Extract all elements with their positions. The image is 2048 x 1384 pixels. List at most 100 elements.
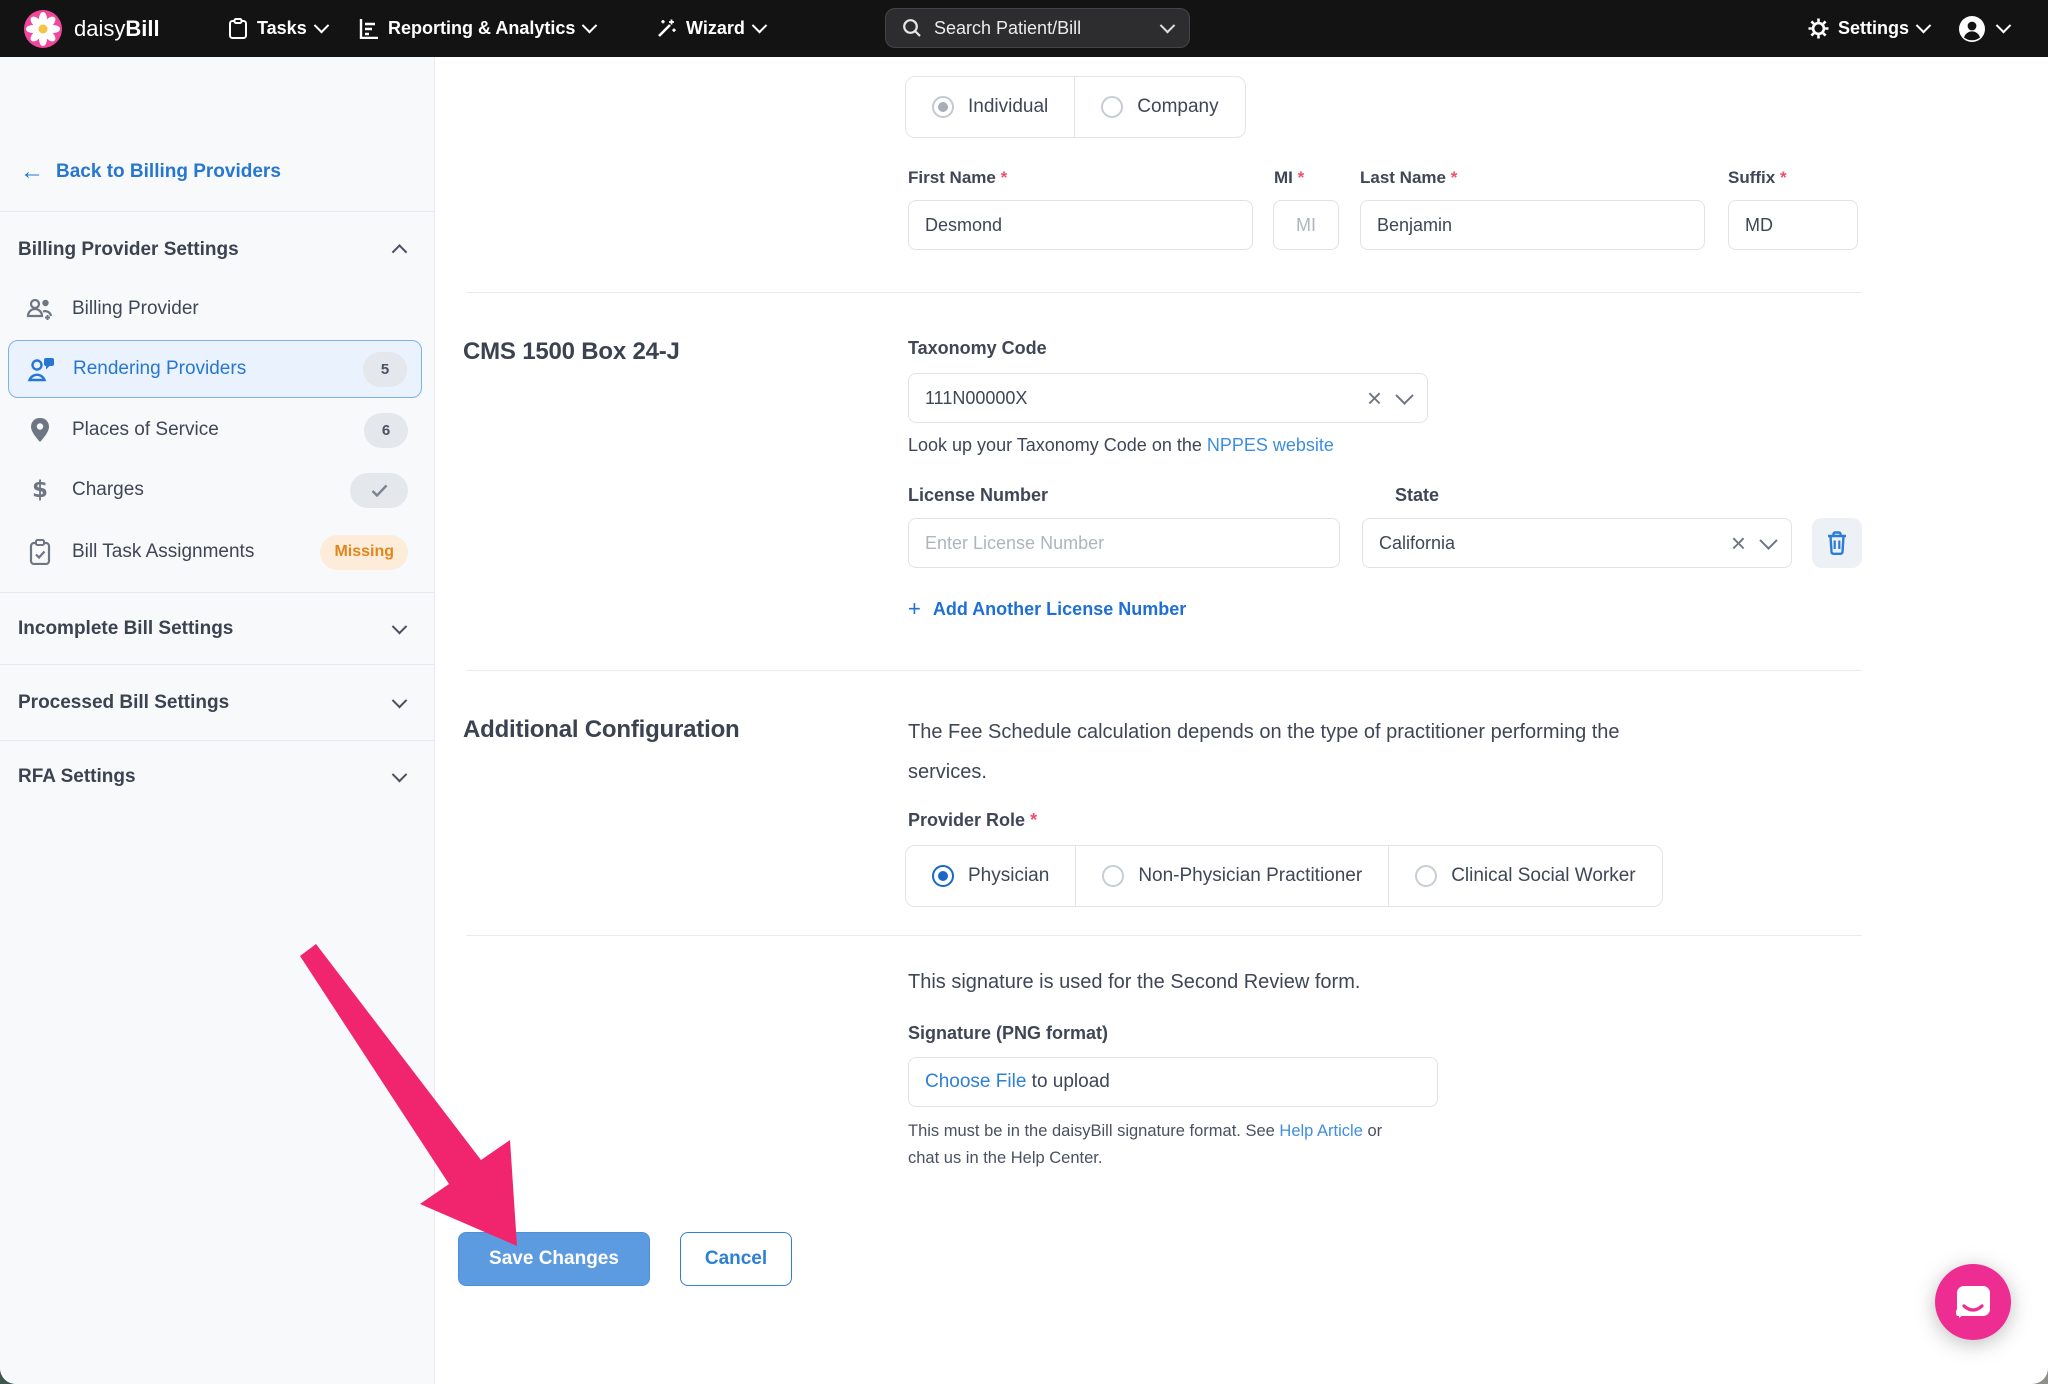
nav-wizard-label: Wizard [686, 18, 745, 39]
sidebar-item-bill-task-assignments[interactable]: Bill Task Assignments Missing [8, 523, 422, 581]
add-another-license-link[interactable]: + Add Another License Number [908, 596, 1186, 622]
radio-unselected-icon[interactable] [1101, 96, 1123, 118]
chevron-down-icon [582, 18, 598, 34]
provider-role-non-physician[interactable]: Non-Physician Practitioner [1075, 846, 1388, 906]
non-physician-label: Non-Physician Practitioner [1138, 865, 1362, 887]
section-incomplete-bill-settings[interactable]: Incomplete Bill Settings [0, 606, 435, 652]
additional-configuration-heading: Additional Configuration [463, 716, 740, 744]
provider-role-clinical-social-worker[interactable]: Clinical Social Worker [1388, 846, 1661, 906]
cancel-button[interactable]: Cancel [680, 1232, 792, 1286]
clinical-social-worker-label: Clinical Social Worker [1451, 865, 1635, 887]
back-arrow-icon: ← [20, 160, 44, 184]
nav-tasks-label: Tasks [257, 18, 307, 39]
search-placeholder: Search Patient/Bill [934, 18, 1081, 39]
divider [466, 670, 1862, 671]
entity-type-company[interactable]: Company [1074, 77, 1244, 137]
back-to-billing-providers-link[interactable]: ← Back to Billing Providers [20, 160, 281, 184]
divider [466, 292, 1862, 293]
help-article-link[interactable]: Help Article [1279, 1122, 1362, 1140]
clipboard-icon [228, 18, 248, 40]
gear-icon [1808, 18, 1829, 39]
choose-file-link[interactable]: Choose File [925, 1071, 1026, 1093]
suffix-value: MD [1745, 215, 1773, 236]
clear-x-icon[interactable]: × [1367, 385, 1382, 411]
nav-reporting-label: Reporting & Analytics [388, 18, 575, 39]
state-select[interactable]: California × [1362, 518, 1792, 568]
missing-badge: Missing [320, 535, 408, 570]
mi-input[interactable]: MI [1273, 200, 1339, 250]
sidebar-item-rendering-providers[interactable]: Rendering Providers 5 [8, 340, 422, 398]
daisybill-app-window: daisyBill Tasks Reporting & Analytics [0, 0, 2048, 1384]
help-chat-button[interactable] [1935, 1264, 2011, 1340]
cms-1500-heading: CMS 1500 Box 24-J [463, 338, 680, 366]
nav-settings[interactable]: Settings [1808, 0, 1929, 57]
signature-png-label: Signature (PNG format) [908, 1023, 1108, 1044]
last-name-input[interactable]: Benjamin [1360, 200, 1705, 250]
required-asterisk: * [1298, 168, 1305, 187]
suffix-label: Suffix * [1728, 168, 1787, 188]
sidebar-item-label: Places of Service [72, 419, 219, 441]
count-badge: 5 [363, 352, 407, 387]
chevron-down-icon[interactable] [1395, 386, 1413, 404]
chevron-down-icon [313, 18, 329, 34]
search-patient-bill[interactable]: Search Patient/Bill [885, 8, 1190, 48]
sidebar-item-charges[interactable]: $ Charges [8, 461, 422, 519]
taxonomy-code-select[interactable]: 111N00000X × [908, 373, 1428, 423]
radio-selected-icon[interactable] [932, 96, 954, 118]
brand-daisy: daisy [74, 16, 125, 41]
provider-role-physician[interactable]: Physician [906, 846, 1075, 906]
brand-logo[interactable]: daisyBill [24, 0, 160, 57]
section-billing-provider-settings[interactable]: Billing Provider Settings [0, 227, 435, 273]
sidebar-item-label: Billing Provider [72, 298, 199, 320]
chevron-down-icon[interactable] [1759, 531, 1777, 549]
brand-bill: Bill [125, 16, 159, 41]
first-name-input[interactable]: Desmond [908, 200, 1253, 250]
delete-license-button[interactable] [1812, 518, 1862, 568]
back-link-label: Back to Billing Providers [56, 161, 281, 183]
nav-tasks[interactable]: Tasks [228, 0, 327, 57]
nppes-website-link[interactable]: NPPES website [1207, 435, 1334, 455]
provider-role-segmented-control: Physician Non-Physician Practitioner Cli… [905, 845, 1663, 907]
signature-file-input[interactable]: Choose File to upload [908, 1057, 1438, 1107]
section-processed-bill-settings[interactable]: Processed Bill Settings [0, 680, 435, 726]
billing-provider-people-icon [26, 297, 54, 321]
state-value: California [1379, 533, 1455, 554]
last-name-label: Last Name * [1360, 168, 1457, 188]
user-account-menu[interactable] [1958, 0, 2009, 57]
chevron-down-icon [752, 18, 768, 34]
license-number-input[interactable]: Enter License Number [908, 518, 1340, 568]
radio-selected-icon[interactable] [932, 865, 954, 887]
mi-label: MI * [1274, 168, 1304, 188]
chevron-down-icon[interactable] [1160, 17, 1176, 33]
chevron-down-icon [392, 618, 408, 634]
map-pin-icon [26, 417, 54, 443]
chat-bubble-icon [1935, 1264, 2011, 1340]
divider [466, 935, 1862, 936]
daisy-flower-icon [24, 10, 62, 48]
first-name-label: First Name * [908, 168, 1007, 188]
taxonomy-code-label: Taxonomy Code [908, 338, 1047, 359]
sidebar-item-places-of-service[interactable]: Places of Service 6 [8, 401, 422, 459]
required-asterisk: * [1780, 168, 1787, 187]
suffix-input[interactable]: MD [1728, 200, 1858, 250]
chevron-up-icon [392, 244, 408, 260]
user-avatar-icon [1958, 15, 1986, 43]
license-placeholder: Enter License Number [925, 533, 1104, 554]
nav-wizard[interactable]: Wizard [655, 0, 765, 57]
radio-unselected-icon[interactable] [1102, 865, 1124, 887]
license-number-label: License Number [908, 485, 1048, 506]
mi-placeholder: MI [1296, 215, 1316, 236]
section-rfa-settings[interactable]: RFA Settings [0, 754, 435, 800]
required-asterisk: * [1451, 168, 1458, 187]
magic-wand-icon [655, 18, 677, 40]
provider-role-label: Provider Role * [908, 810, 1037, 831]
clear-x-icon[interactable]: × [1731, 530, 1746, 556]
individual-label: Individual [968, 96, 1048, 118]
nav-reporting-analytics[interactable]: Reporting & Analytics [358, 0, 595, 57]
entity-type-individual[interactable]: Individual [906, 77, 1074, 137]
section-label: Processed Bill Settings [18, 692, 229, 714]
radio-unselected-icon[interactable] [1415, 865, 1437, 887]
divider [0, 740, 435, 741]
sidebar-item-billing-provider[interactable]: Billing Provider [8, 280, 422, 338]
company-label: Company [1137, 96, 1218, 118]
